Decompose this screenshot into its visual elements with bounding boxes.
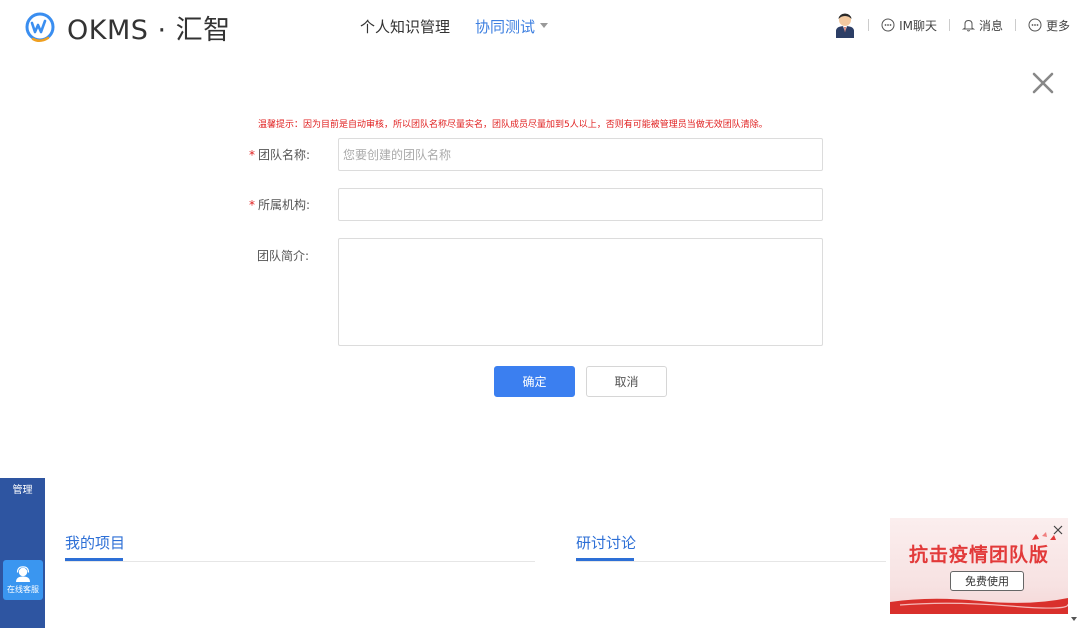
bell-icon (961, 19, 975, 32)
promo-banner[interactable]: 抗击疫情团队版 免费使用 (890, 518, 1068, 614)
free-use-button[interactable]: 免费使用 (950, 571, 1024, 591)
online-service-button[interactable]: 在线客服 (3, 560, 43, 600)
promo-title: 抗击疫情团队版 (908, 544, 1049, 566)
team-intro-label: 团队简介: (257, 249, 310, 263)
brush-stroke-decoration (890, 598, 1068, 614)
message-link[interactable]: 消息 (961, 17, 1003, 34)
chat-icon (881, 18, 895, 32)
team-name-label: * 团队名称: (249, 146, 310, 163)
close-icon[interactable] (1052, 524, 1064, 536)
cancel-button[interactable]: 取消 (586, 366, 667, 397)
divider (1014, 19, 1016, 31)
required-mark: * (249, 148, 255, 162)
more-label: 更多 (1045, 18, 1070, 33)
team-name-input[interactable] (338, 138, 823, 171)
organization-label-text: 所属机构: (258, 198, 311, 212)
logo-icon (25, 12, 55, 42)
nav-collab-test-label: 协同测试 (475, 18, 536, 36)
im-chat-label: IM聊天 (899, 18, 937, 33)
scroll-down-icon[interactable] (1068, 613, 1080, 625)
confirm-button[interactable]: 确定 (494, 366, 575, 397)
header-actions: IM聊天 消息 更多 (834, 12, 1070, 38)
divider (948, 19, 950, 31)
section-divider (65, 561, 535, 562)
warning-tip: 温馨提示：因为目前是自动审核，所以团队名称尽量实名，团队成员尽量加到5人以上，否… (258, 120, 768, 130)
my-projects-tab[interactable]: 我的项目 (65, 532, 125, 561)
section-divider (576, 561, 886, 562)
nav-collab-test[interactable]: 协同测试 (475, 16, 549, 37)
close-icon[interactable] (1030, 70, 1056, 96)
team-name-label-text: 团队名称: (258, 148, 311, 162)
required-mark: * (249, 198, 255, 212)
more-link[interactable]: 更多 (1028, 17, 1070, 34)
avatar[interactable] (834, 12, 856, 38)
im-chat-link[interactable]: IM聊天 (881, 17, 937, 34)
top-header: OKMS · 汇智 个人知识管理 协同测试 IM聊天 消息 更多 (0, 0, 1080, 50)
sidebar-manage-label[interactable]: 管理 (0, 481, 45, 496)
organization-input[interactable] (338, 188, 823, 221)
logo-text: OKMS · 汇智 (67, 15, 231, 46)
chevron-down-icon (540, 23, 549, 28)
nav-personal-knowledge[interactable]: 个人知识管理 (360, 16, 450, 37)
left-sidebar: 管理 在线客服 (0, 478, 45, 628)
logo[interactable]: OKMS · 汇智 (24, 8, 231, 47)
organization-label: * 所属机构: (249, 196, 310, 213)
customer-service-icon (16, 565, 30, 582)
online-service-label: 在线客服 (7, 584, 39, 594)
message-label: 消息 (978, 18, 1003, 33)
more-icon (1028, 18, 1042, 32)
divider (868, 19, 870, 31)
team-intro-textarea[interactable] (338, 238, 823, 346)
discussion-tab[interactable]: 研讨讨论 (576, 532, 636, 561)
